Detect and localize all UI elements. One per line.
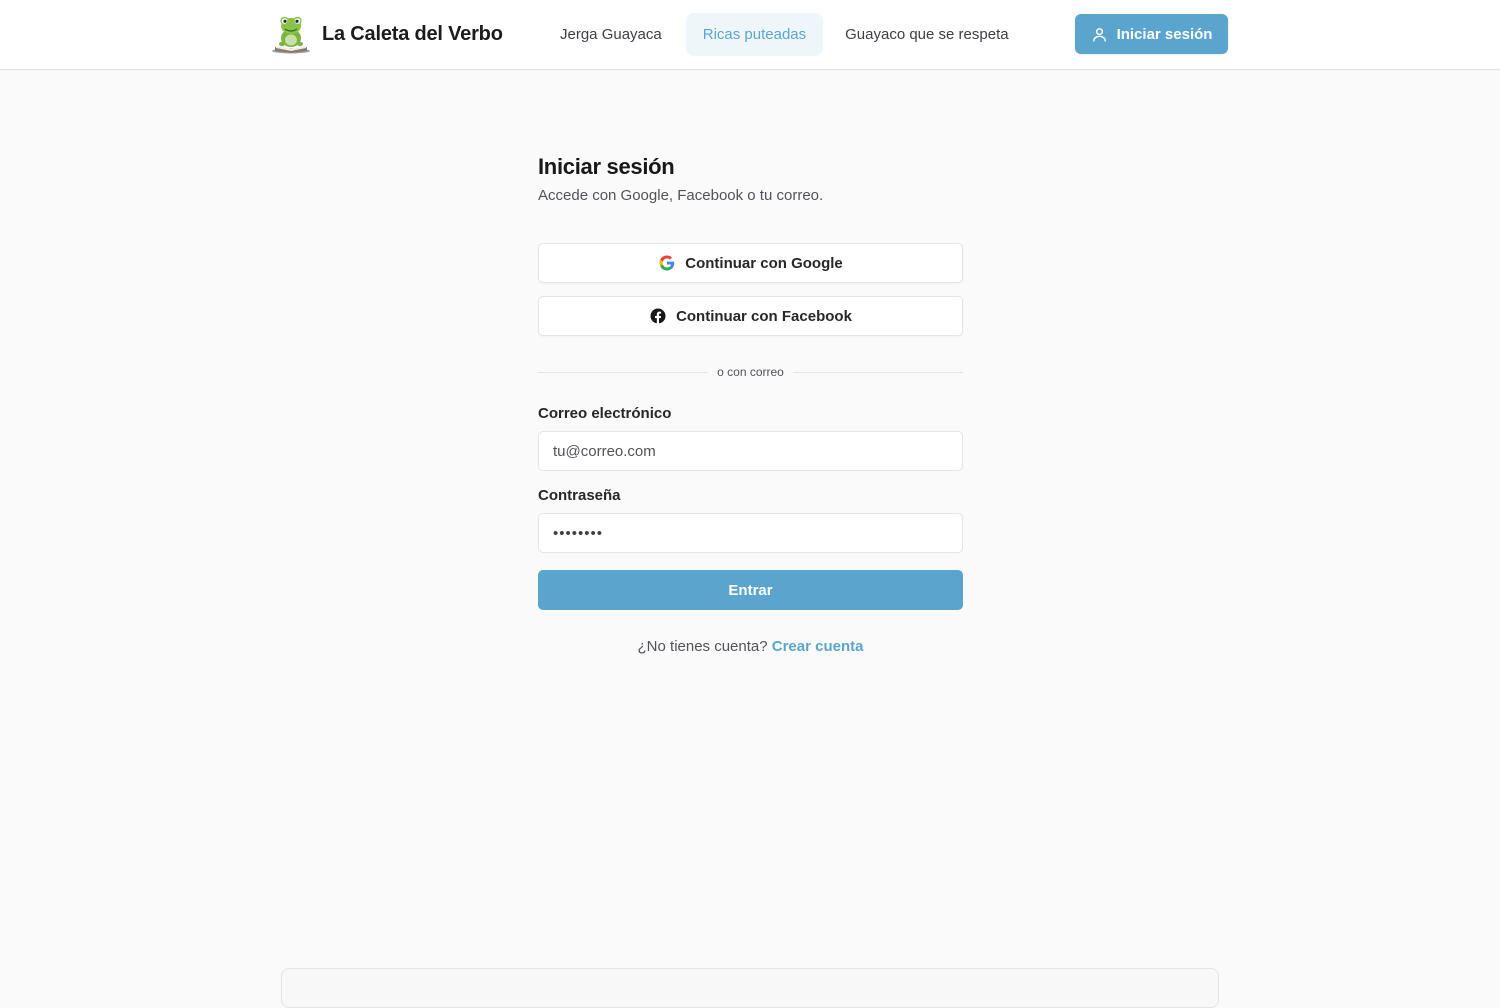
password-label: Contraseña <box>538 487 621 504</box>
brand-home-link[interactable]: La Caleta del Verbo <box>270 13 503 55</box>
signup-prompt: ¿No tienes cuenta? <box>637 638 772 655</box>
nav-link-guayaco-que-se-respeta[interactable]: Guayaco que se respeta <box>833 13 1020 56</box>
facebook-icon <box>650 308 666 324</box>
login-card: Iniciar sesión Accede con Google, Facebo… <box>538 150 964 655</box>
user-icon <box>1092 27 1106 42</box>
divider-text: o con correo <box>717 365 784 379</box>
email-label: Correo electrónico <box>538 405 672 422</box>
nav-link-ricas-puteadas[interactable]: Ricas puteadas <box>685 13 824 56</box>
page-subtitle: Accede con Google, Facebook o tu correo. <box>538 187 824 204</box>
email-field[interactable] <box>538 431 963 471</box>
main-nav: Jerga Guayaca Ricas puteadas Guayaco que… <box>548 13 1021 56</box>
divider: o con correo <box>538 362 964 382</box>
brand-name: La Caleta del Verbo <box>322 22 503 45</box>
submit-login-button[interactable]: Entrar <box>538 570 963 610</box>
page-title: Iniciar sesión <box>538 154 675 179</box>
facebook-login-button[interactable]: Continuar con Facebook <box>538 296 963 336</box>
password-field[interactable] <box>538 513 963 553</box>
google-login-label: Continuar con Google <box>685 254 843 272</box>
top-navbar: La Caleta del Verbo Jerga Guayaca Ricas … <box>0 0 1500 70</box>
signup-row: ¿No tienes cuenta? Crear cuenta <box>538 638 963 655</box>
footer <box>281 968 1219 1008</box>
nav-link-jerga-guayaca[interactable]: Jerga Guayaca <box>548 13 674 56</box>
google-login-button[interactable]: Continuar con Google <box>538 243 963 283</box>
facebook-login-label: Continuar con Facebook <box>676 307 852 325</box>
google-icon <box>659 255 675 271</box>
create-account-link[interactable]: Crear cuenta <box>772 638 864 655</box>
frog-reading-book-icon <box>272 16 310 54</box>
header-login-button[interactable]: Iniciar sesión <box>1075 14 1228 54</box>
header-login-label: Iniciar sesión <box>1116 25 1213 43</box>
